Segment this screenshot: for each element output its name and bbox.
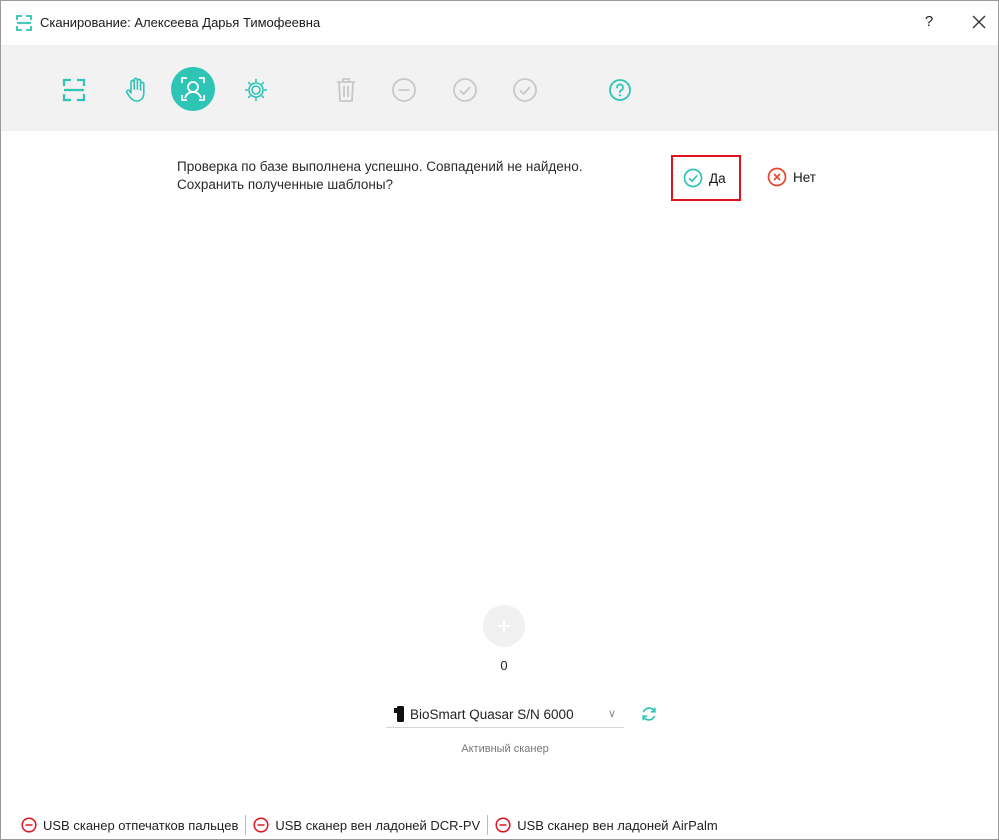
status-divider [487, 815, 489, 835]
title-bar: Сканирование: Алексеева Дарья Тимофеевна… [1, 1, 998, 45]
status-fingerprint-scanner: USB сканер отпечатков пальцев [21, 817, 238, 833]
scanner-name: BioSmart Quasar S/N 6000 [410, 706, 574, 722]
check-circle-icon [683, 168, 703, 188]
delete-button[interactable] [331, 75, 361, 105]
minus-circle-icon [21, 817, 37, 833]
close-circle-icon [767, 167, 787, 187]
no-label: Нет [793, 169, 816, 185]
close-button[interactable] [968, 11, 990, 33]
face-scan-icon [181, 77, 205, 101]
prompt-line-1: Проверка по базе выполнена успешно. Совп… [177, 159, 583, 174]
status-bar: USB сканер отпечатков пальцев USB сканер… [1, 811, 998, 839]
minus-circle-icon [392, 78, 416, 102]
yes-button[interactable]: Да [671, 155, 741, 201]
trash-icon [337, 78, 355, 102]
toolbar [1, 45, 998, 131]
status-label: USB сканер вен ладоней DCR-PV [275, 817, 481, 833]
help-button[interactable]: ? [918, 11, 940, 33]
no-button[interactable]: Нет [767, 163, 816, 191]
plus-icon [498, 620, 510, 632]
minus-circle-icon [495, 817, 511, 833]
verify-button[interactable] [450, 75, 480, 105]
scanning-window: Сканирование: Алексеева Дарья Тимофеевна… [0, 0, 999, 840]
scan-frame-icon [62, 78, 86, 102]
remove-button[interactable] [389, 75, 419, 105]
status-dcr-pv-scanner: USB сканер вен ладоней DCR-PV [253, 817, 480, 833]
window-title: Сканирование: Алексеева Дарья Тимофеевна [40, 15, 321, 30]
status-label: USB сканер отпечатков пальцев [43, 817, 239, 833]
confirm-button[interactable] [510, 75, 540, 105]
scan-frame-icon [15, 14, 33, 32]
palm-scan-button[interactable] [121, 75, 151, 105]
yes-label: Да [709, 170, 726, 186]
add-template-button[interactable] [483, 605, 525, 647]
scanner-device-icon [394, 706, 404, 722]
minus-circle-icon [253, 817, 269, 833]
face-scan-button[interactable] [171, 67, 215, 111]
help-circle-icon [609, 79, 631, 101]
scan-mode-button[interactable] [59, 75, 89, 105]
check-circle-icon [453, 78, 477, 102]
refresh-button[interactable] [640, 705, 658, 723]
status-label: USB сканер вен ладоней AirPalm [517, 817, 718, 833]
prompt-line-2: Сохранить полученные шаблоны? [177, 177, 394, 192]
status-divider [245, 815, 247, 835]
hand-icon [125, 77, 145, 102]
settings-button[interactable] [241, 75, 271, 105]
check-circle-icon [513, 78, 537, 102]
save-prompt: Проверка по базе выполнена успешно. Совп… [177, 158, 583, 194]
scanner-caption: Активный сканер [461, 743, 549, 755]
scanner-select[interactable]: BioSmart Quasar S/N 6000 ∨ [386, 701, 624, 728]
template-count: 0 [500, 658, 508, 673]
gear-icon [245, 79, 267, 101]
help-toolbar-button[interactable] [605, 75, 635, 105]
refresh-icon [642, 707, 656, 721]
status-airpalm-scanner: USB сканер вен ладоней AirPalm [495, 817, 718, 833]
close-icon [972, 15, 986, 29]
chevron-down-icon: ∨ [608, 708, 617, 720]
